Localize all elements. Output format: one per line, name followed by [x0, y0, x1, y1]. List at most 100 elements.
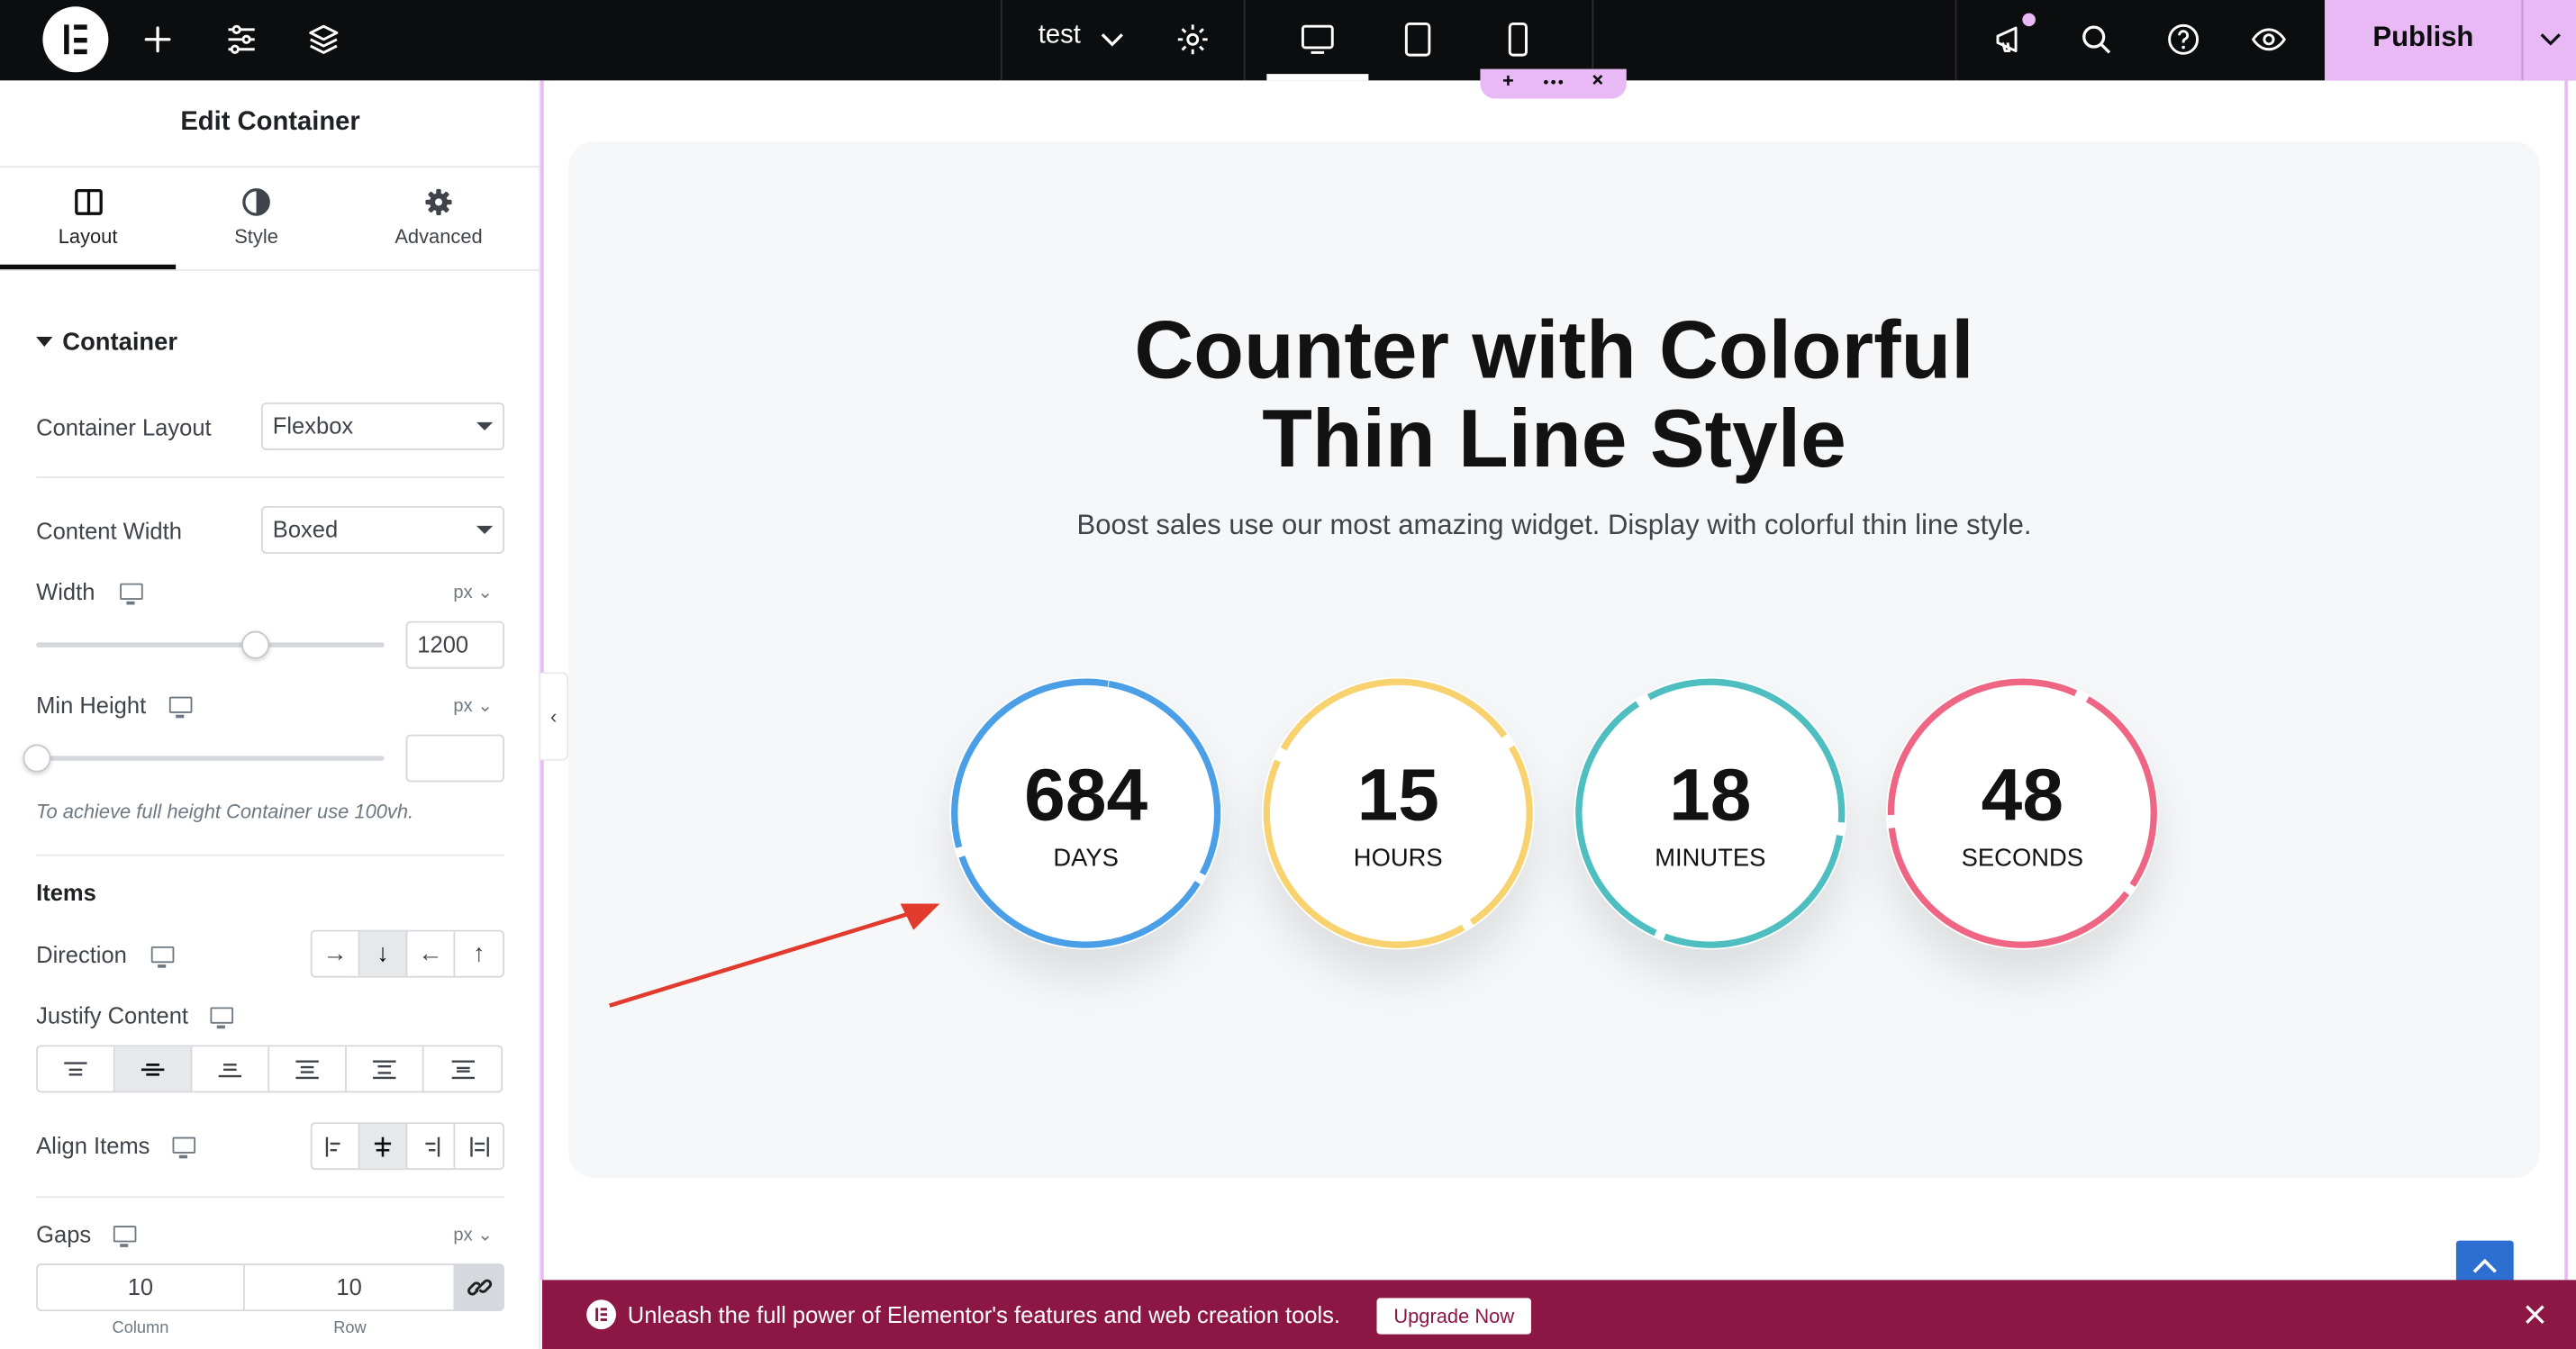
publish-options-button[interactable]: [2521, 0, 2576, 81]
section-title-container[interactable]: Container: [62, 329, 177, 357]
justify-center-button[interactable]: [114, 1046, 193, 1091]
section-headline: Counter with Colorful Thin Line Style: [568, 305, 2540, 483]
headline-line: Thin Line Style: [1262, 393, 1846, 485]
unit-label: px: [453, 1226, 473, 1246]
align-stretch-button[interactable]: [455, 1124, 503, 1168]
tab-style[interactable]: Style: [176, 166, 337, 269]
promo-banner: Unleash the full power of Elementor's fe…: [541, 1280, 2576, 1349]
counter-days[interactable]: 684 DAYS: [949, 676, 1223, 950]
counter-seconds[interactable]: 48 SECONDS: [1885, 676, 2159, 950]
counter-minutes[interactable]: 18 MINUTES: [1574, 676, 1847, 950]
counter-label: SECONDS: [1961, 844, 2084, 873]
align-center-button[interactable]: [359, 1124, 408, 1169]
chevron-down-icon[interactable]: [1093, 20, 1132, 59]
min-height-slider-track[interactable]: [36, 756, 385, 761]
desktop-icon[interactable]: [172, 1136, 196, 1159]
align-end-button[interactable]: [407, 1124, 456, 1169]
counter-value: 48: [1981, 752, 2064, 837]
counter-section-card[interactable]: [568, 140, 2540, 1179]
min-height-slider-handle[interactable]: [23, 744, 51, 773]
divider: [36, 854, 504, 856]
content-width-select[interactable]: Boxed: [261, 505, 504, 554]
style-half-circle-icon: [242, 188, 270, 216]
width-unit-select[interactable]: px ⌄: [453, 582, 493, 603]
width-label: Width: [36, 578, 95, 605]
link-icon: [467, 1279, 493, 1296]
upgrade-now-button[interactable]: Upgrade Now: [1376, 1298, 1531, 1335]
divider: [36, 1196, 504, 1199]
container-layout-select[interactable]: Flexbox: [261, 403, 504, 450]
caret-down-icon: [476, 421, 494, 431]
banner-message: Unleash the full power of Elementor's fe…: [627, 1301, 1341, 1328]
container-layout-label: Container Layout: [36, 413, 212, 440]
gear-icon: [425, 188, 452, 216]
gap-row-input[interactable]: 10: [244, 1263, 456, 1312]
unit-label: px: [453, 696, 473, 717]
justify-end-button[interactable]: [192, 1046, 270, 1091]
publish-button[interactable]: Publish: [2324, 0, 2522, 81]
width-input[interactable]: 1200: [405, 620, 504, 669]
counter-hours[interactable]: 15 HOURS: [1261, 676, 1535, 950]
direction-label: Direction: [36, 941, 127, 968]
annotation-arrow: [609, 903, 940, 1008]
collapse-panel-button[interactable]: ‹: [540, 672, 569, 761]
gaps-unit-select[interactable]: px ⌄: [453, 1224, 493, 1245]
counter-label: DAYS: [1053, 844, 1119, 873]
select-value: Boxed: [272, 515, 339, 543]
direction-row-reverse-button[interactable]: ←: [407, 931, 456, 976]
add-icon[interactable]: [138, 20, 177, 59]
desktop-icon[interactable]: [1298, 20, 1338, 59]
divider: [36, 476, 504, 478]
direction-row-button[interactable]: →: [313, 931, 360, 976]
items-heading: Items: [36, 879, 96, 906]
desktop-icon[interactable]: [113, 1226, 137, 1247]
justify-space-between-button[interactable]: [269, 1046, 347, 1091]
container-handle[interactable]: [1480, 68, 1627, 99]
link-values-button[interactable]: [455, 1263, 504, 1312]
tab-layout[interactable]: Layout: [0, 166, 176, 269]
desktop-icon[interactable]: [210, 1007, 234, 1029]
layers-icon[interactable]: [304, 20, 343, 59]
align-items-label: Align Items: [36, 1132, 150, 1159]
divider: [0, 269, 541, 272]
counter-label: MINUTES: [1655, 844, 1766, 873]
elementor-logo-icon[interactable]: [42, 6, 109, 73]
width-slider-handle[interactable]: [241, 630, 270, 659]
tablet-icon[interactable]: [1398, 20, 1438, 59]
desktop-icon[interactable]: [150, 946, 175, 968]
align-items-control: [310, 1122, 504, 1171]
desktop-icon[interactable]: [168, 696, 193, 719]
divider: [1243, 0, 1246, 81]
min-height-unit-select[interactable]: px ⌄: [453, 695, 493, 717]
headline-line: Counter with Colorful: [1134, 303, 1974, 396]
gaps-label: Gaps: [36, 1220, 92, 1247]
caret-down-icon[interactable]: [36, 337, 53, 347]
active-device-indicator: [1266, 74, 1369, 81]
settings-sliders-icon[interactable]: [222, 20, 261, 59]
close-icon[interactable]: [2522, 1301, 2548, 1327]
help-icon[interactable]: [2163, 20, 2203, 59]
counter-label: HOURS: [1353, 844, 1443, 873]
gear-icon[interactable]: [1173, 20, 1212, 59]
justify-content-label: Justify Content: [36, 1002, 189, 1029]
tab-label: Style: [234, 224, 278, 249]
min-height-input[interactable]: [405, 734, 504, 783]
justify-space-around-button[interactable]: [347, 1046, 424, 1091]
search-icon[interactable]: [2077, 20, 2117, 59]
justify-space-evenly-button[interactable]: [424, 1046, 502, 1091]
mobile-icon[interactable]: [1498, 20, 1537, 59]
direction-column-reverse-button[interactable]: ↑: [455, 932, 503, 976]
announcements-icon[interactable]: [1991, 20, 2031, 59]
tab-advanced[interactable]: Advanced: [337, 166, 540, 269]
justify-start-button[interactable]: [38, 1046, 115, 1091]
min-height-hint: To achieve full height Container use 100…: [36, 800, 414, 824]
gap-column-input[interactable]: 10: [36, 1263, 245, 1312]
preview-eye-icon[interactable]: [2249, 20, 2289, 59]
align-start-button[interactable]: [313, 1124, 360, 1169]
panel-title: Edit Container: [180, 108, 360, 137]
justify-content-control: [36, 1045, 503, 1093]
direction-column-button[interactable]: ↓: [359, 931, 408, 976]
document-title[interactable]: test: [1039, 22, 1081, 51]
width-slider-track[interactable]: [36, 642, 385, 647]
desktop-icon[interactable]: [120, 583, 143, 605]
